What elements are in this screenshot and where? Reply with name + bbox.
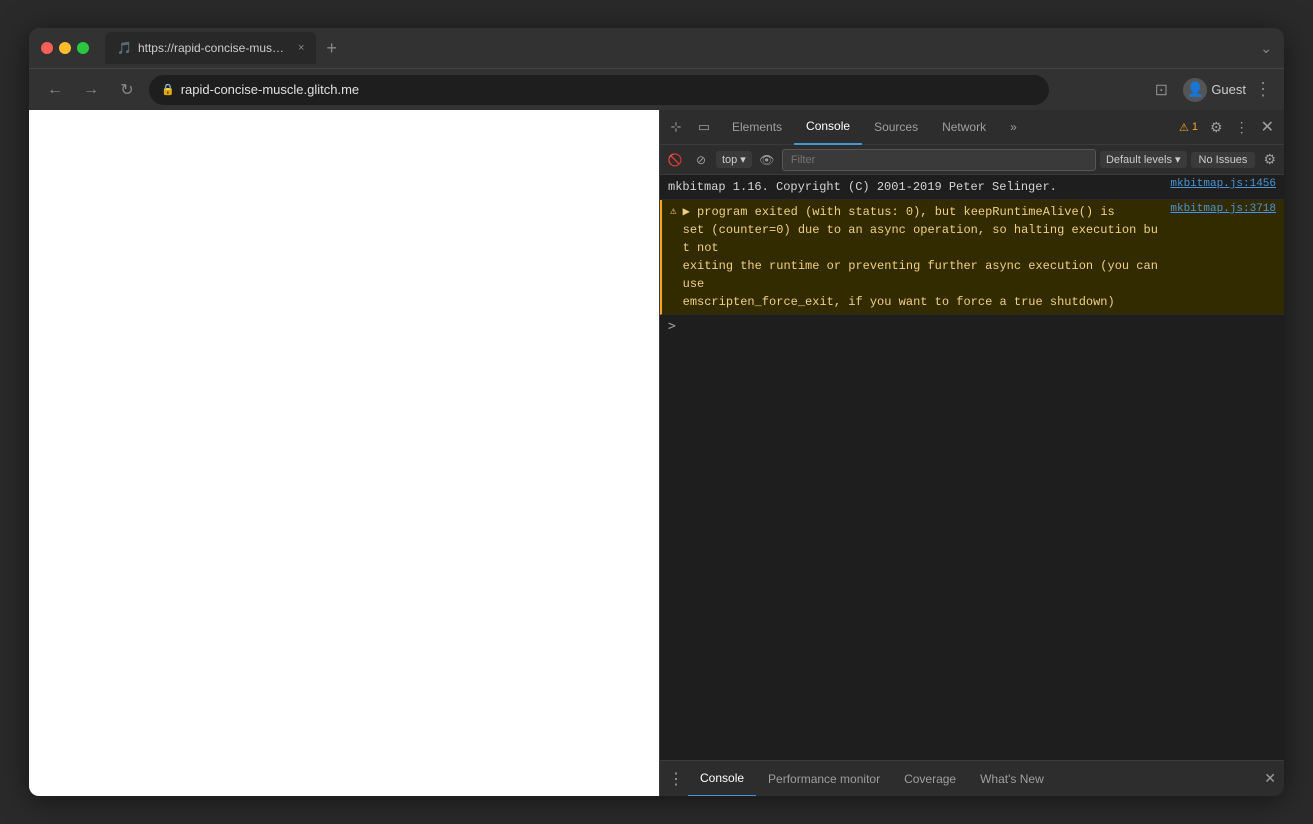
console-prompt: > [668,319,676,334]
tab-list-button[interactable]: ⌄ [1260,40,1272,57]
warning-count: 1 [1192,121,1198,133]
bottom-tab-console-label: Console [700,771,744,785]
device-toolbar-icon[interactable]: ▭ [692,115,716,139]
devtools-close-button[interactable]: ✕ [1255,117,1280,137]
console-settings-button[interactable]: ⚙ [1259,151,1280,168]
bottom-tab-coverage[interactable]: Coverage [892,761,968,797]
tab-sources[interactable]: Sources [862,110,930,145]
filter-button[interactable]: ⊘ [690,149,712,171]
default-levels-arrow: ▾ [1175,153,1181,166]
browser-tab[interactable]: 🎵 https://rapid-concise-muscle.g... × [105,32,316,64]
tab-title: https://rapid-concise-muscle.g... [138,41,288,55]
profile-button[interactable]: 👤 Guest [1183,78,1246,102]
devtools-panel: ⊹ ▭ Elements Console Sources Network [659,110,1284,796]
warning-icon: ⚠ [1179,121,1189,134]
devtools-tab-group: Elements Console Sources Network » [720,110,1173,145]
devtools-more-button[interactable]: ⋮ [1229,119,1255,136]
default-levels-label: Default levels [1106,154,1172,166]
filter-input[interactable] [782,149,1096,171]
warning-triangle-icon: ⚠ [670,204,677,218]
page-content [29,110,659,796]
url-bar[interactable]: 🔒 rapid-concise-muscle.glitch.me [149,75,1049,105]
tab-network[interactable]: Network [930,110,998,145]
bottom-tab-performance-monitor-label: Performance monitor [768,772,880,786]
devtools-tabs: ⊹ ▭ Elements Console Sources Network [660,110,1284,145]
tab-favicon: 🎵 [117,41,132,55]
eye-button[interactable]: 👁 [756,149,778,171]
inspect-element-icon[interactable]: ⊹ [664,115,688,139]
title-bar: 🎵 https://rapid-concise-muscle.g... × + … [29,28,1284,68]
tab-more[interactable]: » [998,110,1029,145]
bookmark-button[interactable]: ⊡ [1147,76,1175,104]
console-input-line[interactable]: > [660,315,1284,338]
bottom-close-button[interactable]: ✕ [1264,770,1276,787]
console-message-0-source[interactable]: mkbitmap.js:1456 [1170,178,1276,190]
no-issues-button[interactable]: No Issues [1191,152,1256,168]
devtools-settings-button[interactable]: ⚙ [1204,119,1229,136]
main-area: ⊹ ▭ Elements Console Sources Network [29,110,1284,796]
new-tab-button[interactable]: + [320,39,343,57]
context-dropdown[interactable]: top ▾ [716,151,752,168]
lock-icon: 🔒 [161,83,175,96]
back-button[interactable]: ← [41,76,69,104]
context-value: top [722,154,737,166]
console-message-1: ⚠ ▶ program exited (with status: 0), but… [660,200,1284,315]
console-message-1-source[interactable]: mkbitmap.js:3718 [1170,203,1276,215]
address-bar-right: ⊡ 👤 Guest ⋮ [1147,76,1272,104]
tab-area: 🎵 https://rapid-concise-muscle.g... × + … [105,32,1272,64]
reload-button[interactable]: ↻ [113,76,141,104]
default-levels-dropdown[interactable]: Default levels ▾ [1100,151,1187,168]
bottom-tab-whats-new-label: What's New [980,772,1044,786]
context-dropdown-arrow: ▾ [740,153,746,166]
no-issues-label: No Issues [1199,154,1248,166]
console-output: mkbitmap 1.16. Copyright (C) 2001-2019 P… [660,175,1284,760]
tab-close-button[interactable]: × [298,42,304,54]
console-message-0: mkbitmap 1.16. Copyright (C) 2001-2019 P… [660,175,1284,200]
tab-elements[interactable]: Elements [720,110,794,145]
browser-window: 🎵 https://rapid-concise-muscle.g... × + … [29,28,1284,796]
forward-button[interactable]: → [77,76,105,104]
console-toolbar: 🚫 ⊘ top ▾ 👁 Default levels ▾ No Issues ⚙ [660,145,1284,175]
bottom-tab-performance-monitor[interactable]: Performance monitor [756,761,892,797]
traffic-lights [41,42,89,54]
clear-console-button[interactable]: 🚫 [664,149,686,171]
profile-icon: 👤 [1183,78,1207,102]
bottom-tab-coverage-label: Coverage [904,772,956,786]
devtools-bottom-tabs: ⋮ Console Performance monitor Coverage W… [660,760,1284,796]
bottom-tab-console[interactable]: Console [688,761,756,797]
profile-name: Guest [1211,82,1246,97]
maximize-button[interactable] [77,42,89,54]
warning-badge[interactable]: ⚠ 1 [1173,119,1204,136]
url-text: rapid-concise-muscle.glitch.me [181,82,359,97]
console-message-1-text: ▶ program exited (with status: 0), but k… [683,203,1161,311]
close-button[interactable] [41,42,53,54]
minimize-button[interactable] [59,42,71,54]
console-message-0-text: mkbitmap 1.16. Copyright (C) 2001-2019 P… [668,178,1160,196]
tab-console[interactable]: Console [794,110,862,145]
bottom-tab-whats-new[interactable]: What's New [968,761,1056,797]
more-menu-button[interactable]: ⋮ [1254,79,1272,100]
bottom-tab-more-button[interactable]: ⋮ [668,769,684,789]
devtools-tab-icons: ⊹ ▭ [664,115,716,139]
address-bar: ← → ↻ 🔒 rapid-concise-muscle.glitch.me ⊡… [29,68,1284,110]
